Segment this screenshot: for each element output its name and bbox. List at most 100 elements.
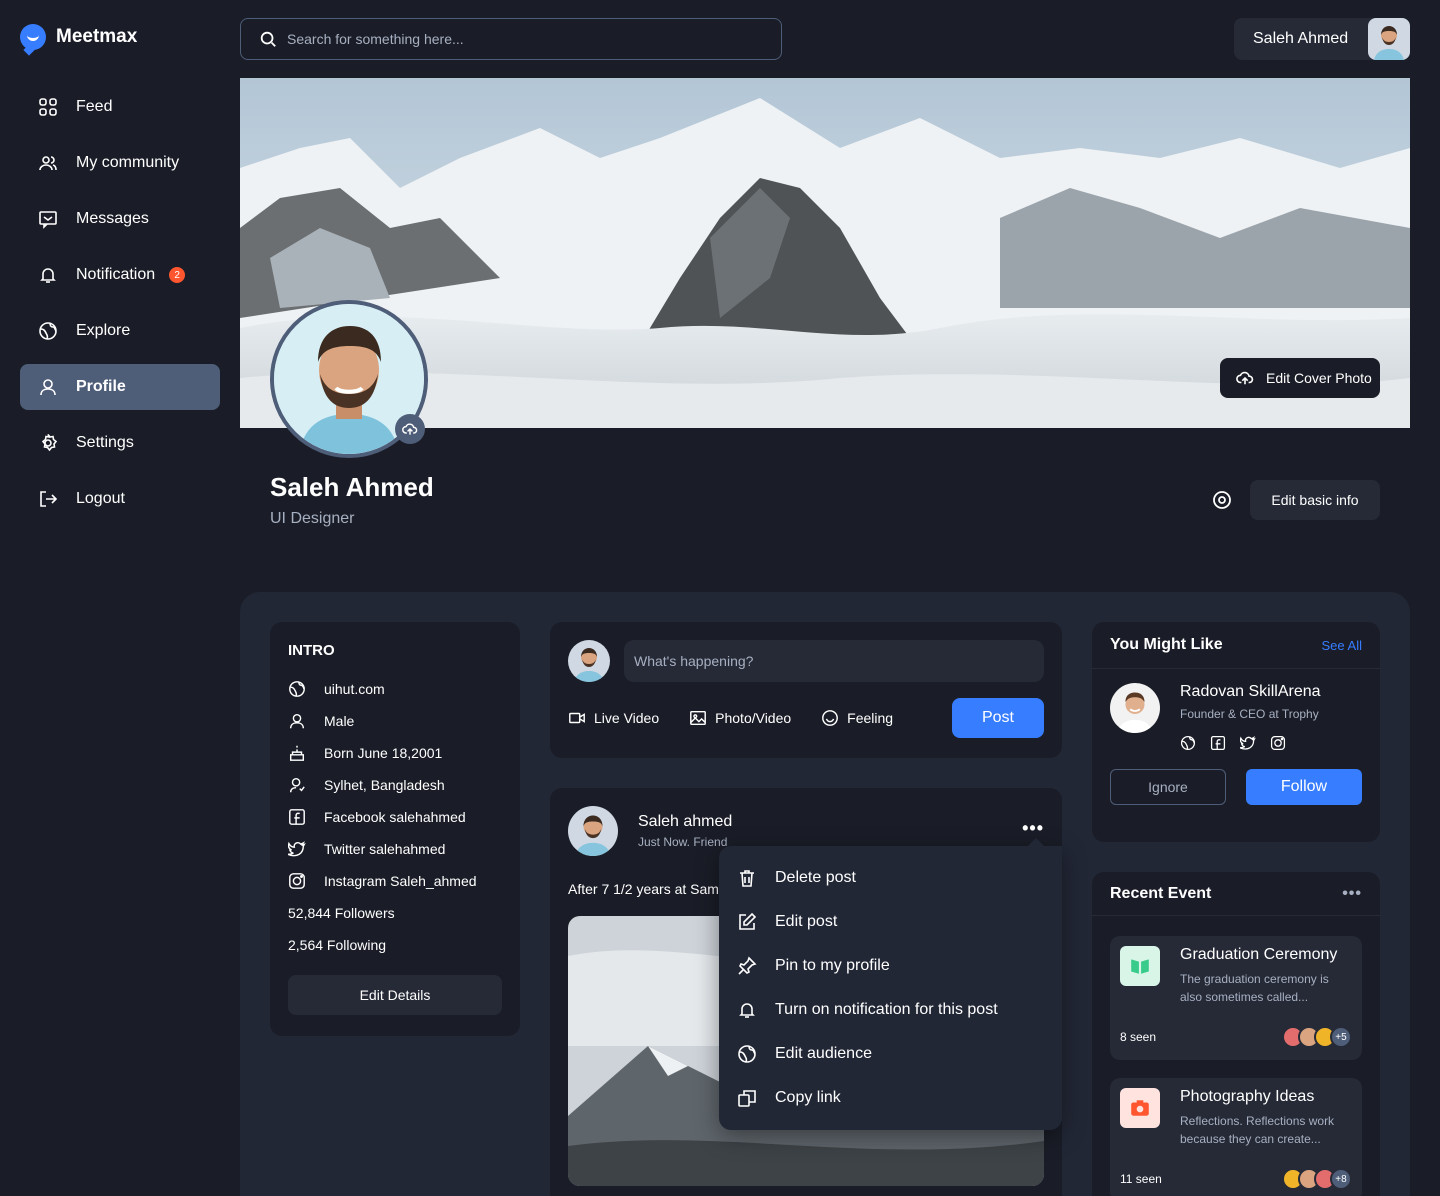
intro-row-text: Born June 18,2001 <box>324 745 443 761</box>
user-name: Saleh Ahmed <box>1253 30 1349 47</box>
bell-icon <box>739 1003 755 1018</box>
avatar[interactable] <box>568 806 618 856</box>
globe-icon <box>289 681 305 697</box>
sidebar-item-label: My community <box>76 154 180 171</box>
photo-video-label: Photo/Video <box>715 710 792 726</box>
app-logo[interactable]: Meetmax <box>20 24 137 50</box>
intro-twitter[interactable]: Twitter salehahmed <box>288 833 502 865</box>
sidebar-item-logout[interactable]: Logout <box>20 476 220 522</box>
live-video-button[interactable]: Live Video <box>568 709 659 727</box>
suggestion-title: You Might Like <box>1110 636 1223 653</box>
intro-row-text: uihut.com <box>324 681 385 697</box>
menu-delete-post[interactable]: Delete post <box>719 856 1062 900</box>
event-item[interactable]: Photography Ideas Reflections. Reflectio… <box>1110 1078 1362 1196</box>
instagram-icon[interactable] <box>1270 735 1286 751</box>
smile-icon <box>822 710 839 726</box>
intro-row-text: Twitter salehahmed <box>324 841 446 857</box>
search-icon <box>260 31 276 47</box>
intro-title: INTRO <box>288 642 335 659</box>
followers-count[interactable]: 52,844 Followers <box>288 897 502 929</box>
menu-item-label: Pin to my profile <box>775 957 890 974</box>
recent-event-title: Recent Event <box>1110 884 1212 902</box>
suggestion-name[interactable]: Radovan SkillArena <box>1180 683 1321 701</box>
menu-turn-on-notification[interactable]: Turn on notification for this post <box>719 988 1062 1032</box>
user-icon <box>40 379 56 396</box>
sidebar-item-notification[interactable]: Notification 2 <box>20 252 220 298</box>
globe-icon[interactable] <box>1180 735 1196 751</box>
menu-edit-post[interactable]: Edit post <box>719 900 1062 944</box>
upload-cloud-icon <box>1236 371 1254 385</box>
menu-item-label: Delete post <box>775 869 856 886</box>
sidebar-item-label: Settings <box>76 434 134 451</box>
sidebar-item-messages[interactable]: Messages <box>20 196 220 242</box>
following-count[interactable]: 2,564 Following <box>288 929 502 961</box>
post-composer: What's happening? Live Video Photo/Video… <box>550 622 1062 758</box>
post-options-menu: Delete post Edit post Pin to my profile … <box>719 838 1062 1130</box>
meetmax-logo-icon <box>20 24 46 50</box>
view-as-button[interactable] <box>1206 484 1238 516</box>
event-seen-count: 11 seen <box>1120 1172 1162 1186</box>
follow-button[interactable]: Follow <box>1246 769 1362 805</box>
edit-basic-info-button[interactable]: Edit basic info <box>1250 480 1380 520</box>
book-icon <box>1120 946 1160 986</box>
edit-details-button[interactable]: Edit Details <box>288 975 502 1015</box>
event-item[interactable]: Graduation Ceremony The graduation cerem… <box>1110 936 1362 1060</box>
menu-copy-link[interactable]: Copy link <box>719 1076 1062 1120</box>
post-button[interactable]: Post <box>952 698 1044 738</box>
sidebar-item-label: Feed <box>76 98 113 115</box>
video-icon <box>569 712 585 724</box>
sidebar-item-label: Logout <box>76 490 125 507</box>
photo-video-button[interactable]: Photo/Video <box>689 709 791 727</box>
user-menu[interactable]: Saleh Ahmed <box>1234 18 1410 60</box>
edit-cover-label: Edit Cover Photo <box>1266 370 1372 386</box>
more-options-icon[interactable]: ••• <box>1022 818 1044 839</box>
edit-cover-button[interactable]: Edit Cover Photo <box>1220 358 1380 398</box>
upload-photo-button[interactable] <box>395 414 425 444</box>
event-description: Reflections. Reflections work because th… <box>1180 1114 1335 1146</box>
feeling-button[interactable]: Feeling <box>821 709 893 727</box>
feeling-label: Feeling <box>847 710 894 726</box>
facebook-icon <box>289 809 305 825</box>
menu-item-label: Edit post <box>775 913 838 930</box>
profile-role: UI Designer <box>270 510 355 527</box>
suggestion-subtitle: Founder & CEO at Trophy <box>1180 707 1319 721</box>
intro-instagram[interactable]: Instagram Saleh_ahmed <box>288 865 502 897</box>
search-bar[interactable] <box>240 18 782 60</box>
intro-birthday: Born June 18,2001 <box>288 737 502 769</box>
search-input[interactable] <box>287 31 747 47</box>
gear-icon <box>41 434 58 452</box>
sidebar-item-explore[interactable]: Explore <box>20 308 220 354</box>
sidebar-item-feed[interactable]: Feed <box>20 84 220 130</box>
menu-pin-post[interactable]: Pin to my profile <box>719 944 1062 988</box>
twitter-icon[interactable] <box>1240 735 1256 751</box>
menu-edit-audience[interactable]: Edit audience <box>719 1032 1062 1076</box>
globe-icon <box>39 322 57 340</box>
see-all-link[interactable]: See All <box>1322 638 1362 653</box>
notification-badge: 2 <box>169 267 186 283</box>
ignore-button[interactable]: Ignore <box>1110 769 1226 805</box>
location-icon <box>289 777 305 793</box>
sidebar-item-my-community[interactable]: My community <box>20 140 220 186</box>
recent-event-card: Recent Event ••• Graduation Ceremony The… <box>1092 872 1380 1196</box>
bell-icon <box>40 268 56 283</box>
cake-icon <box>289 745 305 761</box>
sidebar-item-label: Explore <box>76 322 131 339</box>
avatar[interactable] <box>1110 683 1160 733</box>
sidebar-item-settings[interactable]: Settings <box>20 420 220 466</box>
logout-icon <box>40 491 58 507</box>
live-video-label: Live Video <box>594 710 660 726</box>
more-options-icon[interactable]: ••• <box>1342 885 1362 903</box>
sidebar-nav: Feed My community Messages Notification … <box>20 84 220 532</box>
intro-facebook[interactable]: Facebook salehahmed <box>288 801 502 833</box>
sidebar-item-profile[interactable]: Profile <box>20 364 220 410</box>
intro-website: uihut.com <box>288 673 502 705</box>
intro-row-text: Male <box>324 713 355 729</box>
more-attendees-count: +8 <box>1330 1168 1352 1190</box>
suggestion-card: You Might Like See All Radovan SkillAren… <box>1092 622 1380 842</box>
facebook-icon[interactable] <box>1210 735 1226 751</box>
post-input[interactable]: What's happening? <box>624 640 1044 682</box>
intro-location: Sylhet, Bangladesh <box>288 769 502 801</box>
post-author[interactable]: Saleh ahmed <box>638 813 732 831</box>
trash-icon <box>740 870 754 887</box>
post-meta: Just Now. Friend <box>638 835 728 849</box>
